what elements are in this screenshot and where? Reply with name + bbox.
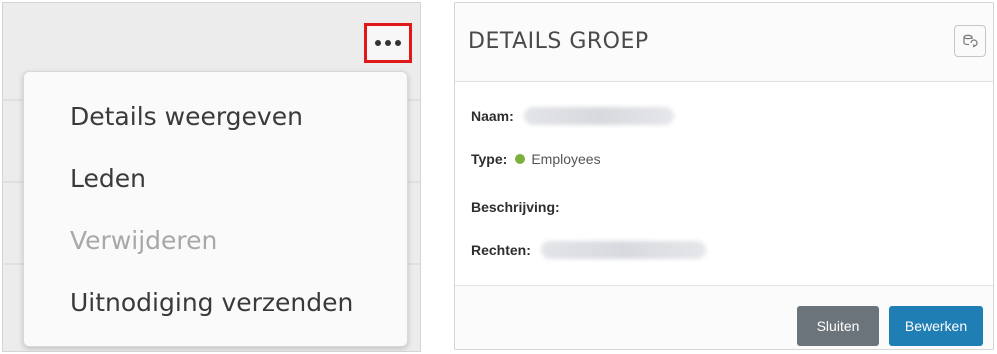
dropdown-menu: Details weergeven Leden Verwijderen Uitn… <box>23 71 408 347</box>
menu-item-send-invitation[interactable]: Uitnodiging verzenden <box>70 288 353 317</box>
type-label: Type: <box>471 151 508 167</box>
field-rights: Rechten: <box>471 241 706 259</box>
name-label: Naam: <box>471 108 514 124</box>
more-horizontal-icon <box>375 40 381 46</box>
details-dialog: DETAILS GROEP Naam: Type: Employees Besc… <box>454 2 994 350</box>
more-horizontal-icon <box>395 40 401 46</box>
dialog-title: DETAILS GROEP <box>468 29 649 54</box>
rights-value-redacted <box>540 241 706 259</box>
type-value: Employees <box>531 151 601 167</box>
edit-button[interactable]: Bewerken <box>889 306 983 346</box>
more-horizontal-icon <box>385 40 391 46</box>
field-type: Type: Employees <box>471 151 601 167</box>
refresh-icon <box>963 34 978 48</box>
group-row-panel: Details weergeven Leden Verwijderen Uitn… <box>2 2 421 352</box>
menu-item-members[interactable]: Leden <box>70 164 146 193</box>
field-name: Naam: <box>471 107 674 125</box>
dialog-footer: Sluiten Bewerken <box>455 285 993 349</box>
close-button[interactable]: Sluiten <box>797 306 879 346</box>
status-dot-icon <box>515 154 526 164</box>
field-description: Beschrijving: <box>471 199 560 215</box>
description-label: Beschrijving: <box>471 199 560 215</box>
menu-item-delete: Verwijderen <box>70 226 218 255</box>
more-options-button[interactable] <box>364 23 412 63</box>
dialog-header: DETAILS GROEP <box>455 3 993 82</box>
menu-item-details[interactable]: Details weergeven <box>70 102 303 131</box>
name-value-redacted <box>523 107 674 125</box>
refresh-button[interactable] <box>954 25 986 57</box>
rights-label: Rechten: <box>471 242 531 258</box>
